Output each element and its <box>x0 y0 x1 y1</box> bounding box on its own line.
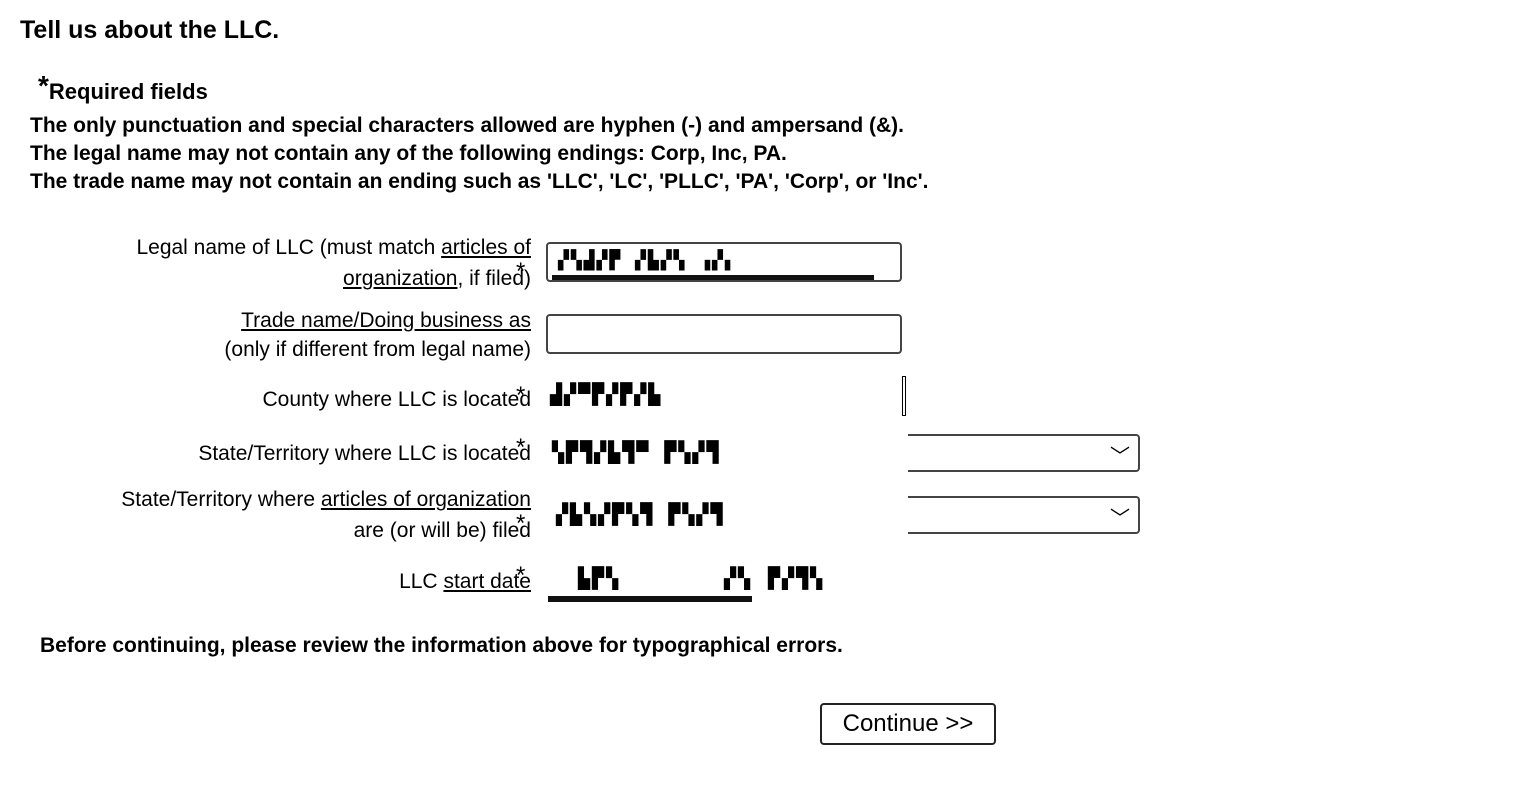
trade-name-label: Trade name/Doing business as (only if di… <box>224 309 531 361</box>
state-located-value: ▚▛▜▞▙▜▀ ▛▚▞▜ <box>552 440 721 464</box>
organization-link[interactable]: organization <box>343 267 457 290</box>
legal-name-required-star: * <box>516 258 526 285</box>
state-located-dropdown[interactable]: ﹀ <box>908 434 1140 472</box>
required-fields-note: *Required fields <box>38 70 208 106</box>
start-date-input[interactable]: ▙▛▚ <box>578 566 620 590</box>
review-note: Before continuing, please review the inf… <box>40 634 843 657</box>
state-filed-label: State/Territory where articles of organi… <box>121 488 531 542</box>
articles-of-organization-link[interactable]: articles of organization <box>321 488 531 511</box>
rule-trade-name-endings: The trade name may not contain an ending… <box>30 170 929 193</box>
required-label: Required fields <box>48 79 208 104</box>
start-date-suffix: ▞▚ <box>724 566 753 590</box>
county-label: County where LLC is located <box>262 388 531 411</box>
chevron-down-icon: ﹀ <box>1110 446 1130 468</box>
state-located-label: State/Territory where LLC is located <box>198 442 531 465</box>
start-date-year: ▛▞▜▚ <box>768 566 825 590</box>
rule-legal-name-endings: The legal name may not contain any of th… <box>30 142 787 165</box>
page-title: Tell us about the LLC. <box>20 16 280 44</box>
state-filed-dropdown[interactable]: ﹀ <box>908 496 1140 534</box>
state-located-required-star: * <box>516 434 526 461</box>
legal-name-value: ▞▚▟▞▛ ▞▙▞▚ ▗▞▖ <box>558 250 738 271</box>
trade-name-input[interactable] <box>546 314 902 354</box>
articles-of-link[interactable]: articles of <box>441 236 531 259</box>
start-date-underline <box>548 596 752 602</box>
legal-name-underline <box>552 275 874 280</box>
start-date-label: LLC start date <box>399 570 531 593</box>
state-filed-required-star: * <box>516 510 526 537</box>
rule-punctuation: The only punctuation and special charact… <box>30 114 905 137</box>
chevron-down-icon: ﹀ <box>1110 508 1130 530</box>
text-cursor <box>902 376 906 416</box>
state-filed-value: ▞▙▚▞▛▚▜ ▛▚▞▜ <box>556 502 725 526</box>
county-select[interactable]: ▟▞▀▛▞▛▞▙ <box>550 382 662 406</box>
legal-name-input[interactable]: ▞▚▟▞▛ ▞▙▞▚ ▗▞▖ <box>546 242 902 282</box>
start-date-required-star: * <box>516 562 526 589</box>
legal-name-label: Legal name of LLC (must match articles o… <box>136 236 531 290</box>
required-star: * <box>38 70 49 101</box>
county-required-star: * <box>516 382 526 409</box>
naming-rules: The only punctuation and special charact… <box>30 112 928 196</box>
continue-button[interactable]: Continue >> <box>820 703 996 745</box>
trade-name-link[interactable]: Trade name/Doing business as <box>241 309 531 332</box>
